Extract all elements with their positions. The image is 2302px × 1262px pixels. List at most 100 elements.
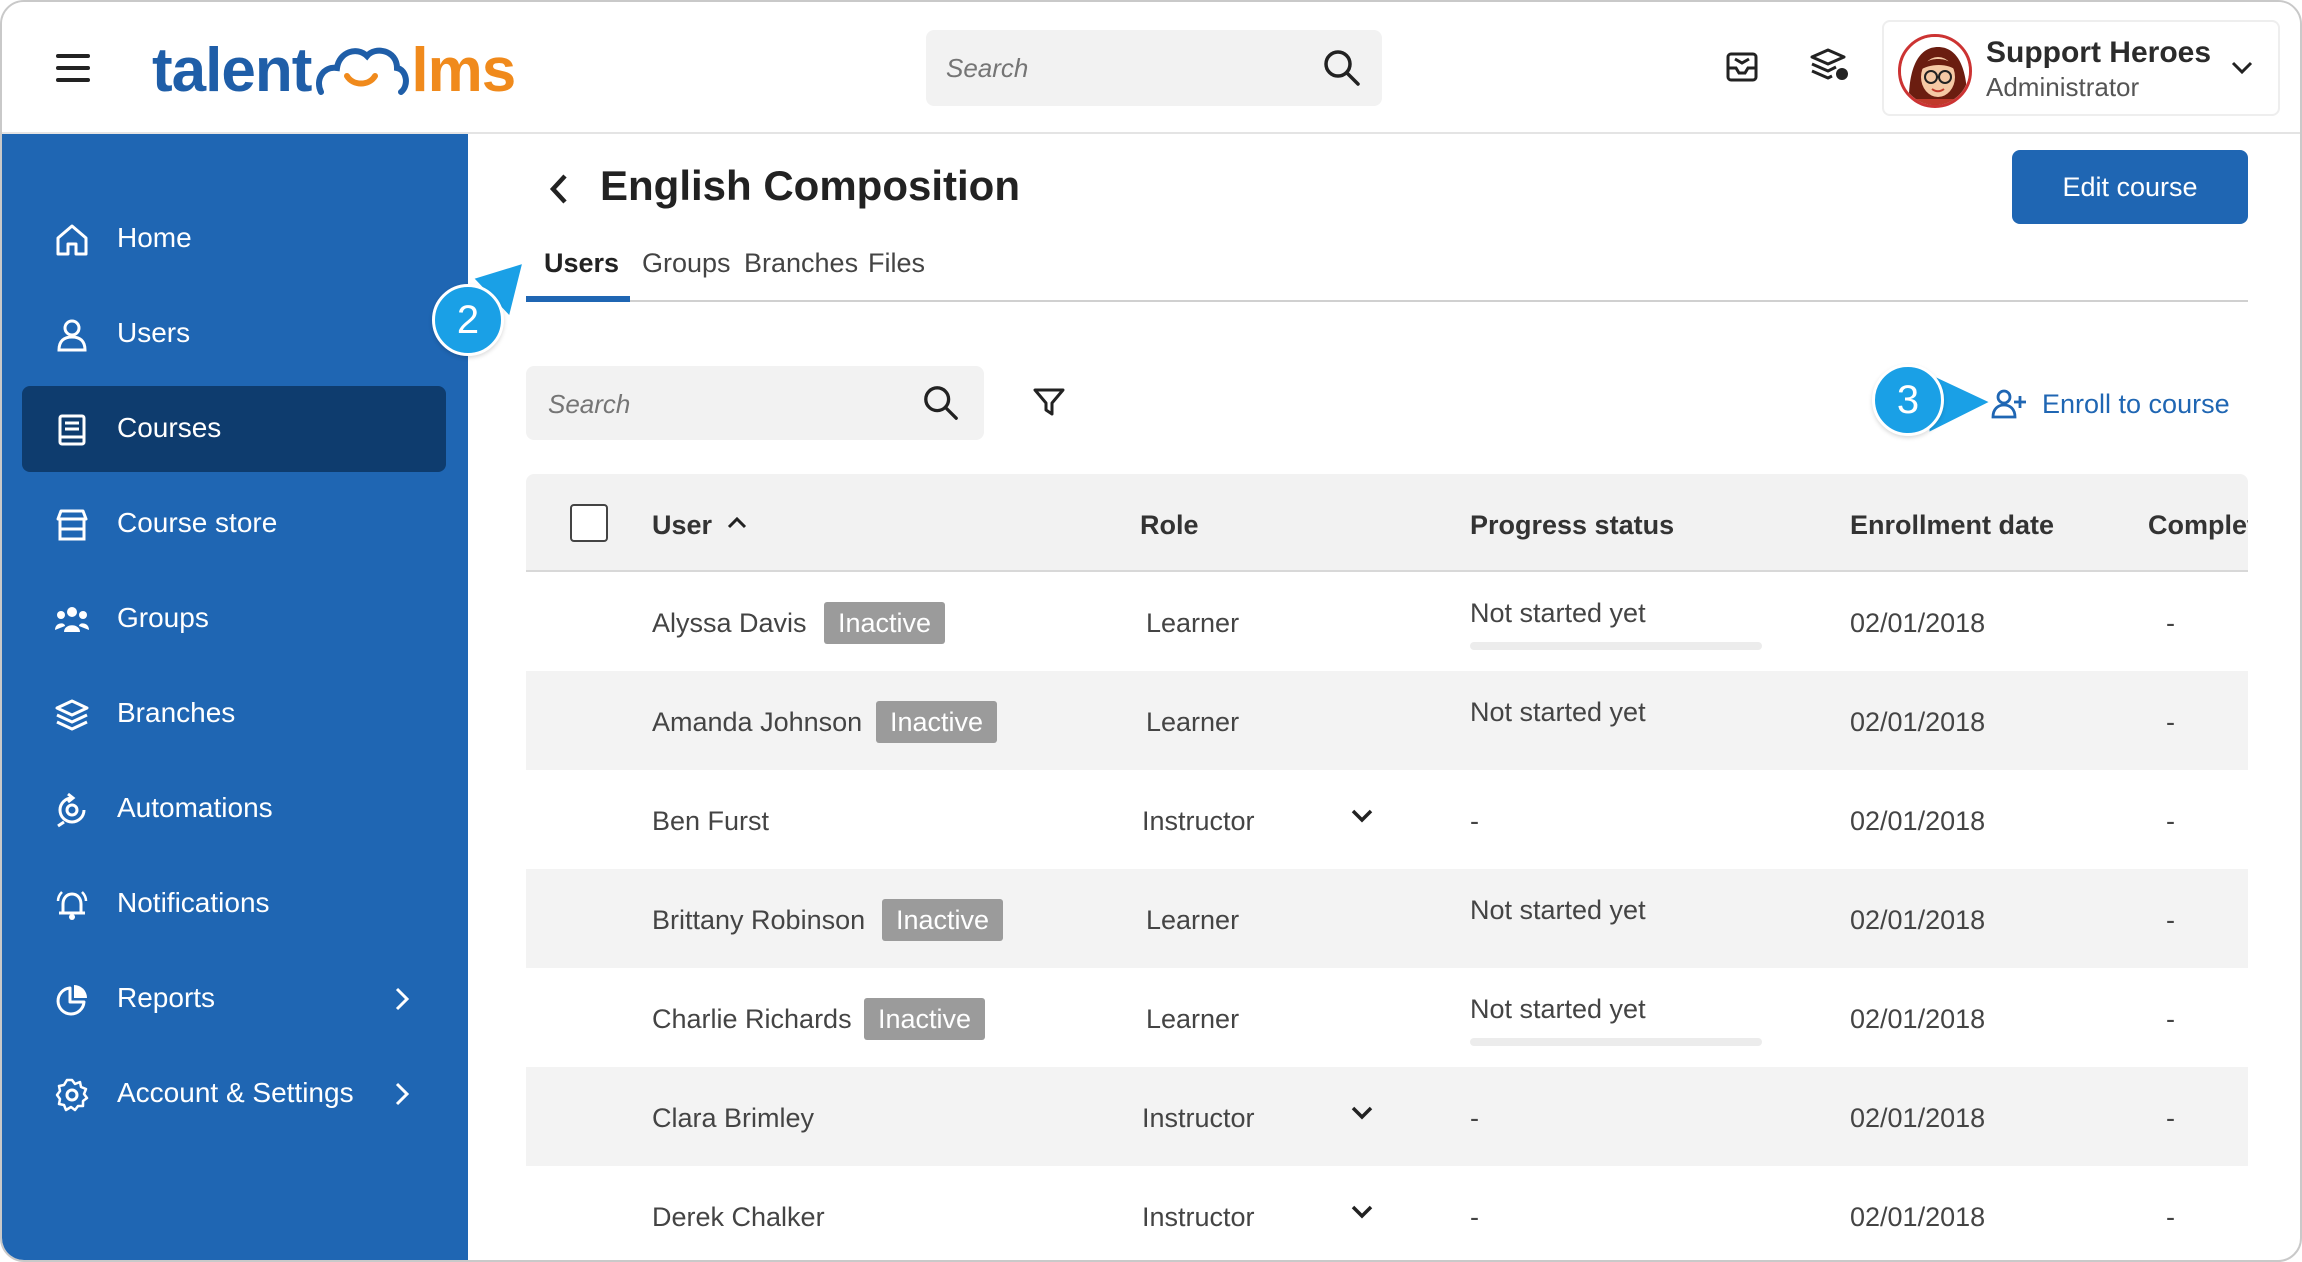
back-arrow-icon[interactable] bbox=[548, 172, 570, 206]
table-row[interactable]: Alyssa Davis Inactive Learner Not starte… bbox=[526, 572, 2248, 671]
user-name-cell[interactable]: Clara Brimley bbox=[652, 1103, 814, 1134]
sidebar-item-account-settings[interactable]: Account & Settings bbox=[22, 1051, 446, 1137]
sidebar-item-branches[interactable]: Branches bbox=[22, 671, 446, 757]
user-name-cell[interactable]: Derek Chalker bbox=[652, 1202, 825, 1233]
automation-icon bbox=[57, 792, 86, 828]
course-tabs: Users Groups Branches Files bbox=[526, 226, 2248, 302]
progress-bar bbox=[1470, 642, 1762, 650]
search-icon[interactable] bbox=[1322, 48, 1362, 88]
completion-cell: - bbox=[2166, 1103, 2175, 1133]
sidebar-item-courses[interactable]: Courses bbox=[22, 386, 446, 472]
user-name-cell[interactable]: Brittany Robinson bbox=[652, 905, 865, 936]
bell-icon bbox=[56, 891, 88, 920]
table-row[interactable]: Derek Chalker Instructor - 02/01/2018 - bbox=[526, 1166, 2248, 1260]
status-badge: Inactive bbox=[882, 899, 1004, 941]
top-bar: talent lms Search Support Heroes Adminis… bbox=[2, 2, 2300, 134]
user-icon bbox=[57, 319, 87, 352]
chevron-down-icon[interactable] bbox=[1350, 808, 1374, 824]
edit-course-button[interactable]: Edit course bbox=[2012, 150, 2248, 224]
search-icon[interactable] bbox=[922, 384, 960, 422]
sidebar-item-label: Reports bbox=[117, 982, 216, 1013]
enrollment-date-cell: 02/01/2018 bbox=[1850, 608, 1986, 638]
inbox-icon[interactable] bbox=[1724, 48, 1760, 84]
role-cell[interactable]: Instructor bbox=[1142, 1103, 1255, 1134]
column-header-progress[interactable]: Progress status bbox=[1470, 510, 1674, 541]
sidebar-item-notifications[interactable]: Notifications bbox=[22, 861, 446, 947]
cloud-logo-icon bbox=[316, 47, 410, 95]
enrollment-date-cell: 02/01/2018 bbox=[1850, 707, 1986, 737]
user-name-cell[interactable]: Ben Furst bbox=[652, 806, 769, 837]
progress-bar bbox=[1470, 1038, 1762, 1046]
select-all-checkbox[interactable] bbox=[570, 504, 608, 542]
progress-cell: Not started yet bbox=[1470, 994, 1646, 1024]
page-title: English Composition bbox=[600, 162, 1020, 209]
add-user-icon bbox=[1991, 389, 2026, 419]
user-name-cell[interactable]: Charlie Richards bbox=[652, 1004, 852, 1035]
role-cell: Learner bbox=[1146, 905, 1240, 935]
enrollment-date-cell: 02/01/2018 bbox=[1850, 1004, 1986, 1034]
sidebar-item-reports[interactable]: Reports bbox=[22, 956, 446, 1042]
role-cell[interactable]: Instructor bbox=[1142, 806, 1255, 837]
chevron-down-icon[interactable] bbox=[1350, 1204, 1374, 1220]
enrollment-date-cell: 02/01/2018 bbox=[1850, 905, 1986, 935]
role-cell: Learner bbox=[1146, 1004, 1240, 1034]
progress-cell: - bbox=[1470, 1103, 1479, 1133]
tab-files[interactable]: Files bbox=[868, 248, 925, 279]
table-row[interactable]: Brittany Robinson Inactive Learner Not s… bbox=[526, 869, 2248, 968]
tab-users[interactable]: Users bbox=[544, 248, 619, 279]
chevron-down-icon bbox=[2231, 61, 2253, 75]
table-row[interactable]: Charlie Richards Inactive Learner Not st… bbox=[526, 968, 2248, 1067]
groups-icon bbox=[55, 607, 89, 632]
sidebar: Home Users Courses Course store Groups B… bbox=[2, 134, 468, 1260]
sidebar-item-course-store[interactable]: Course store bbox=[22, 481, 446, 567]
completion-cell: - bbox=[2166, 707, 2175, 737]
user-name-cell[interactable]: Alyssa Davis bbox=[652, 608, 807, 639]
table-row[interactable]: Ben Furst Instructor - 02/01/2018 - bbox=[526, 770, 2248, 869]
completion-cell: - bbox=[2166, 806, 2175, 836]
sidebar-item-home[interactable]: Home bbox=[22, 196, 446, 282]
sidebar-item-label: Users bbox=[117, 317, 191, 348]
column-header-role[interactable]: Role bbox=[1140, 510, 1199, 541]
profile-menu[interactable]: Support Heroes Administrator bbox=[1882, 20, 2280, 116]
user-name: Support Heroes bbox=[1986, 36, 2212, 69]
menu-icon[interactable] bbox=[56, 54, 90, 82]
filter-icon[interactable] bbox=[1032, 386, 1066, 418]
global-search bbox=[926, 30, 1382, 106]
table-row[interactable]: Clara Brimley Instructor - 02/01/2018 - bbox=[526, 1067, 2248, 1166]
sidebar-item-label: Groups bbox=[117, 602, 209, 633]
role-cell: Learner bbox=[1146, 608, 1240, 638]
user-name-cell[interactable]: Amanda Johnson bbox=[652, 707, 862, 738]
table-search-input[interactable] bbox=[548, 384, 908, 424]
enrollment-date-cell: 02/01/2018 bbox=[1850, 1103, 1986, 1133]
sidebar-item-label: Course store bbox=[117, 507, 278, 538]
tab-branches[interactable]: Branches bbox=[744, 248, 858, 279]
sidebar-item-label: Branches bbox=[117, 697, 236, 728]
logo-text-lms: lms bbox=[411, 35, 516, 105]
completion-cell: - bbox=[2166, 905, 2175, 935]
sidebar-item-groups[interactable]: Groups bbox=[22, 576, 446, 662]
status-badge: Inactive bbox=[864, 998, 986, 1040]
progress-cell: Not started yet bbox=[1470, 697, 1646, 727]
home-icon bbox=[56, 224, 88, 256]
table-search bbox=[526, 366, 984, 440]
branch-switch-icon[interactable] bbox=[1810, 46, 1850, 86]
sort-ascending-icon[interactable] bbox=[726, 516, 748, 530]
chevron-right-icon bbox=[395, 987, 410, 1011]
sidebar-item-label: Notifications bbox=[117, 887, 270, 918]
sidebar-item-label: Home bbox=[117, 222, 192, 253]
chevron-down-icon[interactable] bbox=[1350, 1105, 1374, 1121]
global-search-input[interactable] bbox=[946, 48, 1306, 88]
users-table: User Role Progress status Enrollment dat… bbox=[526, 474, 2248, 1260]
column-header-completion[interactable]: Complet bbox=[2148, 510, 2248, 541]
sidebar-item-users[interactable]: Users bbox=[22, 291, 446, 377]
column-header-enrollment-date[interactable]: Enrollment date bbox=[1850, 510, 2054, 541]
sidebar-item-automations[interactable]: Automations bbox=[22, 766, 446, 852]
tab-groups[interactable]: Groups bbox=[642, 248, 731, 279]
column-header-user[interactable]: User bbox=[652, 510, 712, 541]
role-cell[interactable]: Instructor bbox=[1142, 1202, 1255, 1233]
pie-chart-icon bbox=[56, 985, 87, 1016]
talentlms-logo[interactable]: talent lms bbox=[152, 32, 516, 108]
enroll-to-course-link[interactable]: Enroll to course bbox=[1990, 384, 2230, 424]
table-row[interactable]: Amanda Johnson Inactive Learner Not star… bbox=[526, 671, 2248, 770]
chevron-right-icon bbox=[395, 1082, 410, 1106]
